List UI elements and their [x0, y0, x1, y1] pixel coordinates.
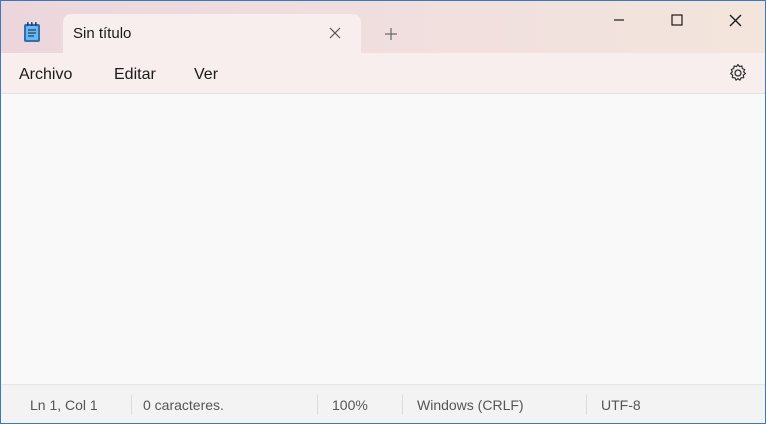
status-divider	[402, 395, 403, 415]
close-icon[interactable]	[715, 7, 755, 33]
menu-file[interactable]: Archivo	[19, 66, 72, 84]
encoding[interactable]: UTF-8	[601, 397, 641, 413]
minimize-icon[interactable]	[599, 7, 639, 33]
menu-bar: Archivo Editar Ver	[1, 53, 765, 94]
menu-view[interactable]: Ver	[194, 66, 218, 84]
gear-icon[interactable]	[727, 62, 749, 84]
status-divider	[131, 395, 132, 415]
notepad-window: Sin título Archivo Editar Ver Ln 1, Col …	[0, 0, 766, 424]
tab-untitled[interactable]: Sin título	[63, 14, 361, 53]
title-bar: Sin título	[1, 1, 765, 53]
status-bar: Ln 1, Col 1 0 caracteres. 100% Windows (…	[1, 384, 765, 423]
close-tab-icon[interactable]	[325, 23, 345, 43]
text-editor-area[interactable]	[1, 94, 765, 384]
status-divider	[586, 395, 587, 415]
notepad-app-icon	[21, 21, 43, 43]
character-count: 0 caracteres.	[143, 397, 224, 413]
menu-edit[interactable]: Editar	[114, 66, 156, 84]
plus-icon[interactable]	[380, 23, 402, 45]
maximize-icon[interactable]	[657, 7, 697, 33]
status-divider	[317, 395, 318, 415]
line-ending[interactable]: Windows (CRLF)	[417, 397, 524, 413]
cursor-position: Ln 1, Col 1	[30, 397, 98, 413]
tab-title: Sin título	[73, 25, 132, 42]
zoom-level[interactable]: 100%	[332, 397, 368, 413]
